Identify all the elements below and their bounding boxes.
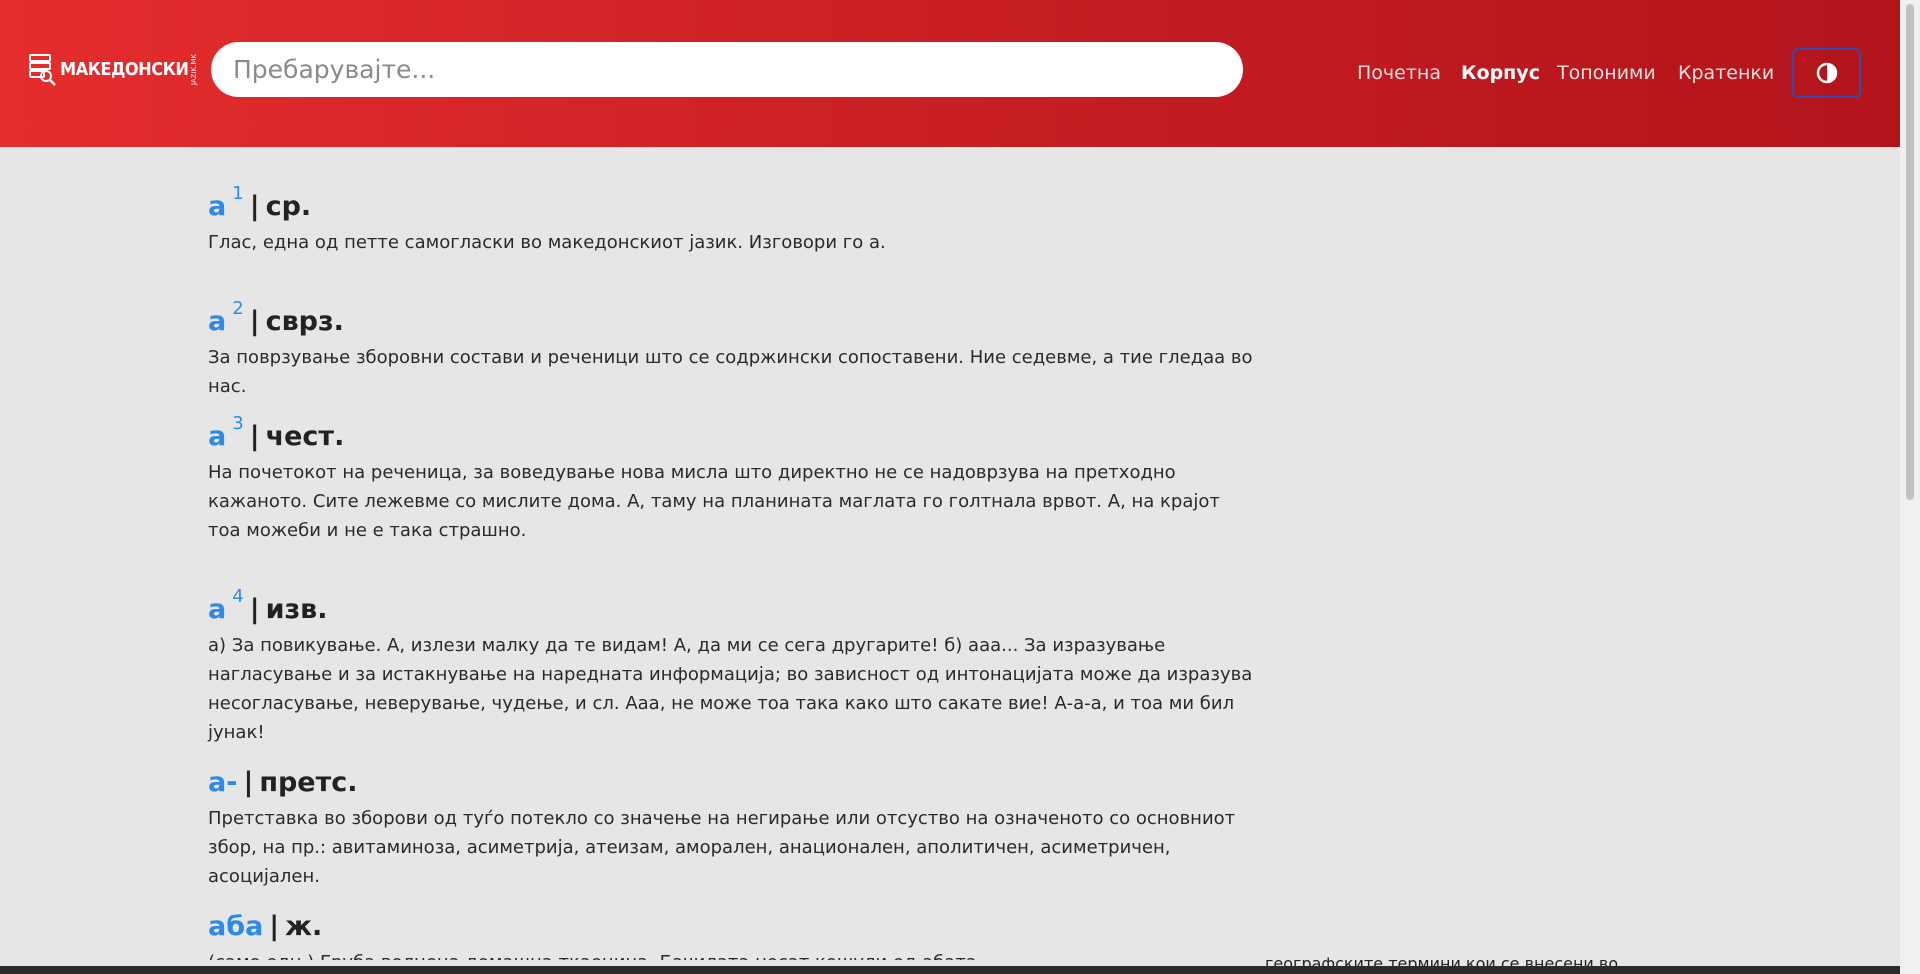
dictionary-entry: а4 | изв. а) За повикување. А, излези ма…: [208, 583, 1258, 756]
part-of-speech: чест.: [265, 421, 345, 452]
theme-toggle-button[interactable]: [1792, 48, 1861, 98]
entry-headword[interactable]: а-: [208, 769, 237, 796]
page-scrollbar[interactable]: [1900, 0, 1920, 974]
dictionary-search-icon: [29, 54, 56, 86]
logo-domain: JAZIK.MK: [190, 54, 199, 86]
part-of-speech: ж.: [285, 911, 323, 942]
dictionary-entry: а- | претс. Претставка во зборови од туѓ…: [208, 756, 1258, 900]
dictionary-entry: а2 | сврз. За поврзување зборовни состав…: [208, 295, 1258, 410]
separator: |: [243, 767, 254, 798]
entry-definition: На почетокот на реченица, за воведување …: [208, 462, 1220, 541]
homonym-number: 2: [232, 298, 244, 319]
scrollbar-thumb[interactable]: [1906, 4, 1914, 500]
entry-headword[interactable]: а3: [208, 415, 244, 451]
entry-headword[interactable]: а1: [208, 185, 244, 221]
nav-home[interactable]: Почетна: [1357, 62, 1441, 84]
part-of-speech: ср.: [265, 191, 312, 222]
entry-definition: (само едн.) Груба волнена домашна ткаени…: [208, 948, 1258, 960]
entry-definition: Глас, една од петте самогласки во македо…: [208, 232, 886, 253]
entry-heading: а2 | сврз.: [208, 295, 1258, 337]
entry-definition: а) За повикување. А, излези малку да те …: [208, 635, 1253, 743]
site-header: МАКЕДОНСКИ JAZIK.MK Почетна Корпус Топон…: [0, 0, 1900, 147]
separator: |: [269, 911, 280, 942]
contrast-icon: [1816, 62, 1837, 84]
bottom-bar: [0, 966, 1900, 974]
dictionary-entry: а3 | чест. На почетокот на реченица, за …: [208, 410, 1258, 583]
dictionary-entry: аба | ж. (само едн.) Груба волнена домаш…: [208, 900, 1258, 960]
separator: |: [249, 421, 260, 452]
nav-corpus[interactable]: Корпус: [1461, 62, 1540, 84]
separator: |: [249, 306, 260, 337]
entry-heading: а3 | чест.: [208, 410, 1258, 452]
nav-toponyms[interactable]: Топоними: [1557, 62, 1656, 84]
separator: |: [249, 594, 260, 625]
search-input[interactable]: [231, 54, 1223, 85]
entry-definition: За поврзување зборовни состави и речениц…: [208, 347, 1253, 397]
nav-abbreviations[interactable]: Кратенки: [1678, 62, 1774, 84]
part-of-speech: сврз.: [265, 306, 344, 337]
separator: |: [249, 191, 260, 222]
part-of-speech: претс.: [259, 767, 358, 798]
entry-headword[interactable]: а2: [208, 300, 244, 336]
entry-definition: Претставка во зборови од туѓо потекло со…: [208, 808, 1236, 887]
search-bar: [211, 42, 1243, 97]
entry-headword[interactable]: аба: [208, 913, 263, 940]
dictionary-entry: а1 | ср. Глас, една од петте самогласки …: [208, 180, 1258, 295]
entry-heading: а- | претс.: [208, 756, 1258, 796]
entry-heading: а1 | ср.: [208, 180, 1258, 222]
homonym-number: 3: [232, 413, 244, 434]
logo-text: МАКЕДОНСКИ: [60, 59, 189, 80]
part-of-speech: изв.: [265, 594, 328, 625]
homonym-number: 1: [232, 183, 244, 204]
entry-headword[interactable]: а4: [208, 588, 244, 624]
entry-heading: аба | ж.: [208, 900, 1258, 940]
entry-heading: а4 | изв.: [208, 583, 1258, 625]
homonym-number: 4: [232, 586, 244, 607]
site-logo[interactable]: МАКЕДОНСКИ JAZIK.MK: [28, 52, 198, 88]
dictionary-results: а1 | ср. Глас, една од петте самогласки …: [208, 180, 1258, 961]
